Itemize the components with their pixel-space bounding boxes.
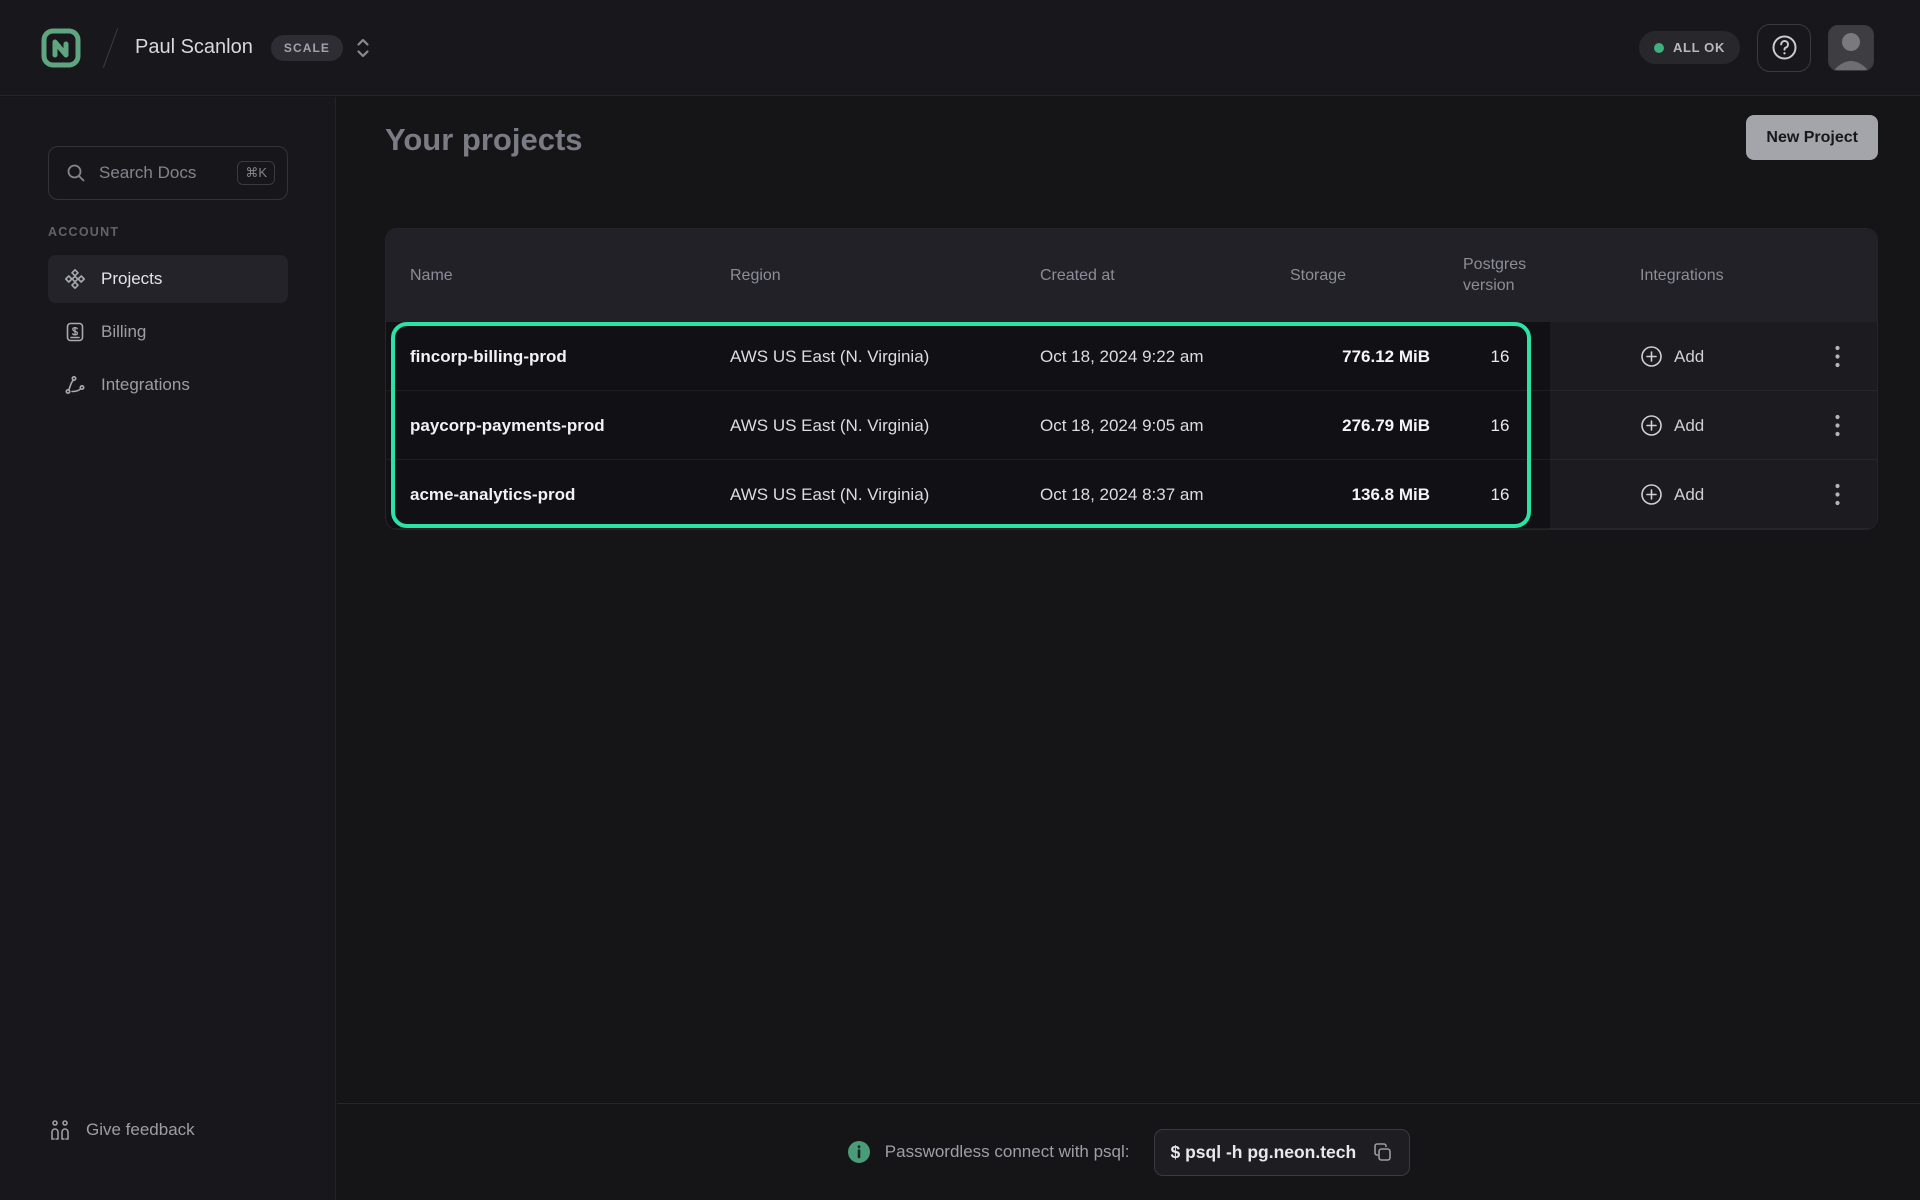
- account-switcher-chevrons-icon[interactable]: [355, 37, 371, 59]
- plus-circle-icon: [1640, 414, 1663, 437]
- project-storage: 276.79 MiB: [1290, 391, 1450, 460]
- kebab-menu-icon: [1835, 345, 1840, 368]
- sidebar-item-billing[interactable]: Billing: [48, 308, 288, 356]
- sidebar-item-label: Integrations: [101, 375, 190, 395]
- status-badge[interactable]: ALL OK: [1639, 31, 1740, 64]
- neon-logo-icon[interactable]: [40, 27, 82, 69]
- project-region: AWS US East (N. Virginia): [730, 460, 1040, 529]
- search-docs-input[interactable]: Search Docs ⌘K: [48, 146, 288, 200]
- row-actions-cell: [1797, 391, 1877, 460]
- status-dot-icon: [1654, 43, 1664, 53]
- sidebar-item-projects[interactable]: Projects: [48, 255, 288, 303]
- search-docs-label: Search Docs: [99, 163, 224, 183]
- project-postgres-version: 16: [1450, 322, 1550, 391]
- project-region: AWS US East (N. Virginia): [730, 391, 1040, 460]
- question-icon: [1771, 34, 1798, 61]
- add-integration-label: Add: [1674, 347, 1704, 367]
- main-content: Your projects New Project Name Region Cr…: [337, 97, 1920, 1103]
- column-header-region: Region: [730, 267, 1040, 285]
- help-button[interactable]: [1757, 24, 1811, 72]
- row-actions-cell: [1797, 460, 1877, 529]
- sidebar-item-label: Projects: [101, 269, 162, 289]
- project-created-at: Oct 18, 2024 9:05 am: [1040, 391, 1290, 460]
- sidebar-item-label: Billing: [101, 322, 146, 342]
- table-body: fincorp-billing-prod AWS US East (N. Vir…: [386, 322, 1877, 529]
- sidebar: Search Docs ⌘K ACCOUNT Projects Billing: [0, 97, 336, 1200]
- project-region: AWS US East (N. Virginia): [730, 322, 1040, 391]
- integrations-icon: [64, 374, 86, 396]
- project-name[interactable]: acme-analytics-prod: [386, 460, 730, 529]
- project-created-at: Oct 18, 2024 9:22 am: [1040, 322, 1290, 391]
- sidebar-nav: Projects Billing Integrations: [48, 255, 288, 414]
- project-created-at: Oct 18, 2024 8:37 am: [1040, 460, 1290, 529]
- project-postgres-version: 16: [1450, 460, 1550, 529]
- psql-command-box[interactable]: $ psql -h pg.neon.tech: [1154, 1129, 1411, 1176]
- breadcrumb-slash: [103, 28, 118, 68]
- billing-icon: [64, 321, 86, 343]
- feedback-people-icon: [48, 1118, 72, 1142]
- topbar: Paul Scanlon SCALE ALL OK: [0, 0, 1920, 96]
- project-name[interactable]: paycorp-payments-prod: [386, 391, 730, 460]
- search-icon: [66, 163, 86, 183]
- row-actions-cell: [1797, 322, 1877, 391]
- table-row[interactable]: paycorp-payments-prod AWS US East (N. Vi…: [386, 391, 1877, 460]
- column-header-created-at: Created at: [1040, 267, 1290, 285]
- project-name[interactable]: fincorp-billing-prod: [386, 322, 730, 391]
- sidebar-section-account: ACCOUNT: [48, 225, 119, 239]
- plus-circle-icon: [1640, 345, 1663, 368]
- project-storage: 776.12 MiB: [1290, 322, 1450, 391]
- table-row[interactable]: fincorp-billing-prod AWS US East (N. Vir…: [386, 322, 1877, 391]
- add-integration-label: Add: [1674, 416, 1704, 436]
- row-menu-button[interactable]: [1835, 414, 1840, 437]
- footer: Passwordless connect with psql: $ psql -…: [337, 1103, 1920, 1200]
- info-icon: [847, 1140, 871, 1164]
- row-menu-button[interactable]: [1835, 483, 1840, 506]
- project-postgres-version: 16: [1450, 391, 1550, 460]
- search-shortcut-badge: ⌘K: [237, 161, 275, 185]
- project-storage: 136.8 MiB: [1290, 460, 1450, 529]
- projects-table: Name Region Created at Storage Postgres …: [385, 228, 1878, 530]
- plus-circle-icon: [1640, 483, 1663, 506]
- account-name[interactable]: Paul Scanlon: [135, 36, 253, 59]
- column-header-name: Name: [386, 267, 730, 285]
- copy-icon: [1372, 1142, 1393, 1163]
- add-integration-label: Add: [1674, 485, 1704, 505]
- give-feedback-button[interactable]: Give feedback: [48, 1118, 195, 1142]
- new-project-button[interactable]: New Project: [1746, 115, 1878, 160]
- give-feedback-label: Give feedback: [86, 1120, 195, 1140]
- page-title: Your projects: [385, 122, 583, 158]
- kebab-menu-icon: [1835, 483, 1840, 506]
- integrations-cell: Add: [1550, 391, 1797, 460]
- integrations-cell: Add: [1550, 460, 1797, 529]
- column-header-storage: Storage: [1290, 267, 1450, 285]
- psql-connect-label: Passwordless connect with psql:: [885, 1142, 1130, 1162]
- psql-command: $ psql -h pg.neon.tech: [1171, 1142, 1357, 1163]
- row-menu-button[interactable]: [1835, 345, 1840, 368]
- avatar[interactable]: [1828, 25, 1874, 71]
- integrations-cell: Add: [1550, 322, 1797, 391]
- column-header-integrations: Integrations: [1550, 267, 1797, 285]
- add-integration-button[interactable]: Add: [1640, 345, 1704, 368]
- sidebar-item-integrations[interactable]: Integrations: [48, 361, 288, 409]
- table-row[interactable]: acme-analytics-prod AWS US East (N. Virg…: [386, 460, 1877, 529]
- add-integration-button[interactable]: Add: [1640, 483, 1704, 506]
- add-integration-button[interactable]: Add: [1640, 414, 1704, 437]
- plan-badge: SCALE: [271, 35, 343, 61]
- copy-button[interactable]: [1372, 1142, 1393, 1163]
- column-header-postgres-version: Postgres version: [1450, 255, 1550, 297]
- projects-icon: [64, 268, 86, 290]
- kebab-menu-icon: [1835, 414, 1840, 437]
- table-header-row: Name Region Created at Storage Postgres …: [386, 229, 1877, 322]
